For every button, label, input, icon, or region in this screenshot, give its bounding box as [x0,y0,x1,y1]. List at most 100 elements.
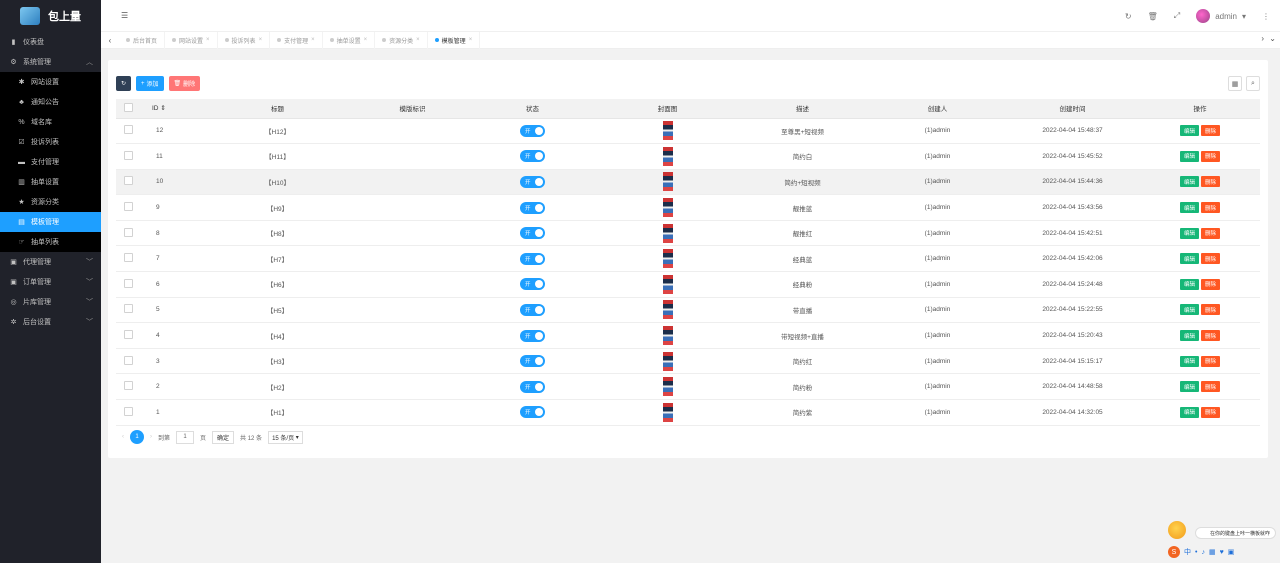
delete-button[interactable]: 🗑 删除 [168,76,201,91]
sidebar-item-draw-list[interactable]: ☞ 抽单列表 [0,232,101,252]
tab-menu-chevron-icon[interactable]: ⌄ [1269,34,1276,43]
row-select[interactable] [116,399,140,426]
sidebar-item-domains[interactable]: % 域名库 [0,112,101,132]
tab-scroll-right-icon[interactable]: › [1261,34,1264,43]
checkbox[interactable] [123,150,133,160]
columns-icon[interactable]: ▦ [1228,76,1242,91]
ime-bar[interactable]: S 中 • ♪ ▦ ♥ ▣ [1168,545,1234,559]
sidebar-item-system[interactable]: ⚙ 系统管理 ︿ [0,52,101,72]
row-select[interactable] [116,271,140,298]
status-toggle[interactable]: 开 [520,278,545,291]
edit-button[interactable]: 编辑 [1179,253,1199,265]
table-row[interactable]: 9 【H9】开靓推蓝 (1)admin 2022-04-04 15:43:56 编辑 删除 [116,194,1260,221]
sidebar-item-resource-category[interactable]: ★ 资源分类 [0,192,101,212]
edit-button[interactable]: 编辑 [1179,176,1199,188]
table-row[interactable]: 4 【H4】 开 带短视频+直播 (1)admin 2022-04-04 15:20:43… [116,322,1260,349]
checkbox[interactable] [123,278,133,288]
close-icon[interactable]: × [416,37,420,43]
refresh-icon[interactable]: ↻ [1125,12,1132,21]
punct-icon[interactable]: • [1195,549,1197,556]
delete-row-button[interactable]: 删除 [1201,253,1221,265]
status-toggle[interactable]: 开 [520,380,545,393]
close-icon[interactable]: × [259,37,263,43]
cover-thumbnail[interactable] [662,172,673,192]
sidebar-item-draw-settings[interactable]: ▥ 抽单设置 [0,172,101,192]
checkbox[interactable] [123,253,133,263]
header-id[interactable]: ID ⇕ [140,99,195,119]
checkbox[interactable] [123,176,133,186]
status-toggle[interactable]: 开 [520,355,545,368]
row-select[interactable] [116,348,140,375]
sogou-icon[interactable]: S [1168,546,1180,558]
delete-row-button[interactable]: 删除 [1201,278,1221,290]
edit-button[interactable]: 编辑 [1179,202,1199,214]
cover-thumbnail[interactable] [662,223,673,243]
table-row[interactable]: 12 【H12】 开 至尊黑+短视频 (1)admin 2022-04-04 15:48:… [116,118,1260,145]
cover-thumbnail[interactable] [662,146,673,166]
cover-thumbnail[interactable] [662,198,673,218]
next-page-icon[interactable]: › [150,434,152,440]
cover-thumbnail[interactable] [662,300,673,320]
menu-toggle-icon[interactable]: ☰ [121,11,128,20]
per-page-select[interactable]: 15 条/页 ▾ [268,430,303,444]
trash-icon[interactable]: 🗑 [1148,12,1158,21]
checkbox[interactable] [123,202,133,212]
row-select[interactable] [116,373,140,401]
delete-row-button[interactable]: 删除 [1201,227,1221,239]
status-toggle[interactable]: 开 [520,329,545,342]
delete-row-button[interactable]: 删除 [1201,125,1221,137]
sidebar-item-templates[interactable]: ▤ 模板管理 [0,212,101,232]
tab-complaints[interactable]: 投诉列表 × [218,31,271,49]
close-icon[interactable]: × [364,37,368,43]
table-row[interactable]: 6 【H6】开经典粉 (1)admin 2022-04-04 15:24:48 编辑 删除 [116,271,1260,298]
delete-row-button[interactable]: 删除 [1201,406,1221,418]
delete-row-button[interactable]: 删除 [1201,202,1221,214]
status-toggle[interactable]: 开 [520,124,545,137]
row-select[interactable] [116,143,140,170]
close-icon[interactable]: × [469,37,473,43]
sidebar-item-notice[interactable]: ♣ 通知公告 [0,92,101,112]
edit-button[interactable]: 编辑 [1179,406,1199,418]
checkbox[interactable] [123,330,133,340]
skin-icon[interactable]: ♥ [1220,549,1224,556]
keyboard-icon[interactable]: ▦ [1209,548,1216,556]
edit-button[interactable]: 编辑 [1179,125,1199,137]
cover-thumbnail[interactable] [662,249,673,269]
row-select[interactable] [116,194,140,221]
sidebar-item-library[interactable]: ◎ 片库管理 ﹀ [0,292,101,312]
checkbox[interactable] [123,102,133,112]
tools-icon[interactable]: ▣ [1228,548,1235,556]
status-toggle[interactable]: 开 [520,252,545,265]
edit-button[interactable]: 编辑 [1179,227,1199,239]
table-row[interactable]: 5 【H5】开带直播 (1)admin 2022-04-04 15:22:55 编辑 删除 [116,297,1260,324]
table-row[interactable]: 3 【H3】开简约红 (1)admin 2022-04-04 15:15:17 编辑 删除 [116,348,1260,375]
cover-thumbnail[interactable] [662,377,673,397]
delete-row-button[interactable]: 删除 [1201,381,1221,393]
add-button[interactable]: + 添加 [136,76,164,91]
goto-button[interactable]: 确定 [212,430,235,444]
table-row[interactable]: 2 【H2】开简约粉 (1)admin 2022-04-04 14:48:58 编辑 删除 [116,373,1260,401]
cover-thumbnail[interactable] [662,402,673,422]
table-row[interactable]: 10 【H10】 开 简约+短视频 (1)admin 2022-04-04 15:44:3… [116,169,1260,196]
edit-button[interactable]: 编辑 [1179,381,1199,393]
tab-home[interactable]: 后台首页 [119,31,166,49]
status-toggle[interactable]: 开 [520,175,545,188]
cover-thumbnail[interactable] [662,274,673,294]
app-logo[interactable]: 包上量 [0,0,101,32]
sidebar-item-complaints[interactable]: ☑ 投诉列表 [0,132,101,152]
edit-button[interactable]: 编辑 [1179,304,1199,316]
row-select[interactable] [116,297,140,324]
status-toggle[interactable]: 开 [520,150,545,163]
edit-button[interactable]: 编辑 [1179,330,1199,342]
delete-row-button[interactable]: 删除 [1201,330,1221,342]
header-select-all[interactable] [116,99,140,119]
search-icon[interactable]: ⌕ [1246,76,1260,91]
status-toggle[interactable]: 开 [520,201,545,214]
tab-resource-category[interactable]: 资源分类 × [375,31,428,49]
row-select[interactable] [116,118,140,145]
edit-button[interactable]: 编辑 [1179,150,1199,162]
row-select[interactable] [116,169,140,196]
status-toggle[interactable]: 开 [520,406,545,419]
delete-row-button[interactable]: 删除 [1201,304,1221,316]
close-icon[interactable]: × [206,37,210,43]
